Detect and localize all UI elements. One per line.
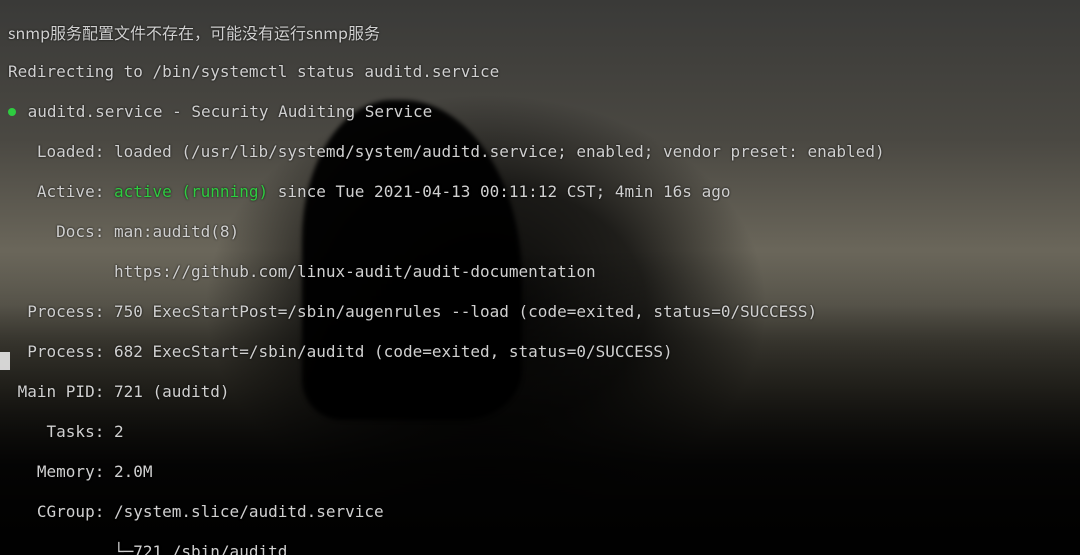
memory-line: Memory: 2.0M [8,462,1080,482]
loaded-line: Loaded: loaded (/usr/lib/systemd/system/… [8,142,1080,162]
active-line: Active: active (running) since Tue 2021-… [8,182,1080,202]
scroll-indicator [0,352,10,370]
redirect-line: Redirecting to /bin/systemctl status aud… [8,62,1080,82]
service-name-text: auditd.service - Security Auditing Servi… [18,102,432,121]
active-status: active (running) [114,182,268,201]
docs-line-1: Docs: man:auditd(8) [8,222,1080,242]
process-line-1: Process: 750 ExecStartPost=/sbin/augenru… [8,302,1080,322]
cgroup-line: CGroup: /system.slice/auditd.service [8,502,1080,522]
status-dot-icon [8,108,16,116]
cgroup-tree-line: └─721 /sbin/auditd [8,542,1080,555]
tasks-line: Tasks: 2 [8,422,1080,442]
docs-line-2: https://github.com/linux-audit/audit-doc… [8,262,1080,282]
process-line-2: Process: 682 ExecStart=/sbin/auditd (cod… [8,342,1080,362]
snmp-warning-line: snmp服务配置文件不存在，可能没有运行snmp服务 [8,22,1080,42]
main-pid-line: Main PID: 721 (auditd) [8,382,1080,402]
service-header-line: auditd.service - Security Auditing Servi… [8,102,1080,122]
active-since: since Tue 2021-04-13 00:11:12 CST; 4min … [268,182,730,201]
terminal-output[interactable]: snmp服务配置文件不存在，可能没有运行snmp服务 Redirecting t… [0,0,1080,555]
active-label: Active: [8,182,114,201]
